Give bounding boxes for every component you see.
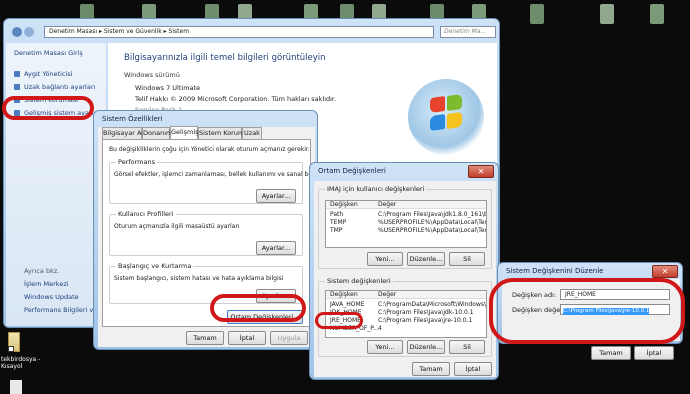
user-edit-button[interactable]: Düzenle... — [407, 252, 445, 266]
highlight-jre-home-row — [315, 312, 363, 329]
row-val: %USERPROFILE%\AppData\Local\Temp — [378, 227, 487, 234]
tab-system-protection[interactable]: Sistem Koruması — [198, 127, 253, 139]
sidebar-home-link[interactable]: Denetim Masası Giriş — [14, 49, 83, 57]
desktop-icon-bottom[interactable] — [10, 380, 22, 394]
breadcrumb-3[interactable]: Sistem — [169, 28, 190, 35]
edit-close-button[interactable]: ✕ — [652, 265, 678, 278]
user-profiles-settings-button[interactable]: Ayarlar... — [256, 241, 296, 255]
performance-settings-button[interactable]: Ayarlar... — [256, 189, 296, 203]
row-val: 4 — [378, 325, 382, 332]
system-vars-title: Sistem değişkenleri — [325, 277, 393, 285]
env-close-button[interactable]: ✕ — [468, 165, 494, 178]
edit-cancel-button[interactable]: İptal — [634, 346, 674, 360]
env-dialog-body: IMAJ için kullanıcı değişkenleri Değişke… — [314, 181, 496, 377]
system-delete-button[interactable]: Sil — [449, 340, 485, 354]
tab-computer-name[interactable]: Bilgisayar Adı — [102, 127, 147, 139]
highlight-env-button — [210, 294, 306, 322]
sidebar: Denetim Masası Giriş Aygıt Yöneticisi Uz… — [6, 43, 117, 326]
windows-logo-blue — [430, 113, 445, 132]
row-val: C:\Program Files\Java\jdk1.8.0_161\bin — [378, 211, 487, 218]
edit-ok-button[interactable]: Tamam — [591, 346, 631, 360]
page-title: Bilgisayarınızla ilgili temel bilgileri … — [124, 53, 326, 63]
row-var: Path — [330, 211, 344, 218]
desktop-icon-10[interactable] — [530, 4, 544, 24]
apply-button[interactable]: Uygula — [270, 331, 308, 345]
system-edit-button[interactable]: Düzenle... — [407, 340, 445, 354]
sidebar-item-remote[interactable]: Uzak bağlantı ayarları — [24, 83, 95, 91]
row-val: C:\ProgramData\Microsoft\Windows\St... — [378, 301, 487, 308]
col-value[interactable]: Değer — [378, 201, 396, 209]
tab-advanced[interactable]: Gelişmiş — [170, 126, 199, 140]
tab-remote[interactable]: Uzak — [242, 127, 262, 139]
see-also-action-center[interactable]: İşlem Merkezi — [24, 280, 69, 288]
row-val: C:\Program Files\Java\jre-10.0.1 — [378, 317, 473, 324]
system-new-button[interactable]: Yeni... — [367, 340, 403, 354]
windows-logo-yellow — [447, 111, 462, 130]
user-vars-title: IMAJ için kullanıcı değişkenleri — [325, 185, 427, 193]
env-cancel-button[interactable]: İptal — [454, 362, 492, 376]
desktop-shortcut[interactable]: tekbirdosya - Kısayol — [0, 330, 46, 370]
desktop-icon-12[interactable] — [650, 4, 664, 24]
table-row[interactable]: JAVA_HOME C:\ProgramData\Microsoft\Window… — [326, 301, 486, 309]
windows-logo — [408, 79, 484, 155]
see-also-title: Ayrıca bkz. — [24, 267, 60, 275]
edition-label: Windows sürümü — [124, 71, 180, 79]
user-delete-button[interactable]: Sil — [449, 252, 485, 266]
user-profiles-desc: Oturum açmanızla ilgili masaüstü ayarlar… — [114, 223, 240, 230]
highlight-edit-dialog — [489, 278, 685, 344]
sidebar-item-device-manager[interactable]: Aygıt Yöneticisi — [24, 70, 73, 78]
search-input[interactable]: Denetim Ma... — [440, 26, 496, 38]
see-also-windows-update[interactable]: Windows Update — [24, 293, 79, 301]
startup-title: Başlangıç ve Kurtarma — [116, 262, 194, 270]
row-var: JAVA_HOME — [330, 301, 365, 308]
address-bar[interactable]: Denetim Masası ▸ Sistem ve Güvenlik ▸ Si… — [44, 26, 434, 38]
windows-logo-red — [430, 95, 445, 114]
performance-title: Performans — [116, 158, 158, 166]
edition-value: Windows 7 Ultimate — [135, 84, 201, 92]
performance-group: Performans Görsel efektler, işlemci zama… — [109, 158, 323, 204]
cancel-button[interactable]: İptal — [228, 331, 266, 345]
ok-button[interactable]: Tamam — [186, 331, 224, 345]
performance-desc: Görsel efektler, işlemci zamanlaması, be… — [114, 171, 323, 178]
env-ok-button[interactable]: Tamam — [412, 362, 450, 376]
breadcrumb-2[interactable]: Sistem ve Güvenlik — [104, 28, 162, 35]
row-val: C:\Program Files\Java\jdk-10.0.1 — [378, 309, 474, 316]
row-var: TMP — [330, 227, 343, 234]
environment-variables-dialog: Ortam Değişkenleri ✕ IMAJ için kullanıcı… — [309, 162, 499, 380]
user-vars-group: IMAJ için kullanıcı değişkenleri Değişke… — [318, 185, 492, 269]
copyright-text: Telif Hakkı © 2009 Microsoft Corporation… — [135, 95, 337, 103]
breadcrumb-1[interactable]: Denetim Masası — [49, 28, 97, 35]
table-row[interactable]: TMP %USERPROFILE%\AppData\Local\Temp — [326, 227, 486, 235]
highlight-advanced-settings — [2, 96, 94, 120]
shortcut-arrow-icon — [8, 346, 14, 352]
user-profiles-title: Kullanıcı Profilleri — [116, 210, 176, 218]
shield-icon — [14, 71, 20, 77]
col-value[interactable]: Değer — [378, 291, 396, 299]
user-vars-list: Değişken Değer Path C:\Program Files\Java… — [325, 200, 487, 248]
shield-icon — [14, 84, 20, 90]
system-vars-header: Değişken Değer — [326, 291, 486, 299]
table-row[interactable]: TEMP %USERPROFILE%\AppData\Local\Temp — [326, 219, 486, 227]
table-row[interactable]: Path C:\Program Files\Java\jdk1.8.0_161\b… — [326, 211, 486, 219]
tab-hardware[interactable]: Donanım — [142, 127, 172, 139]
user-new-button[interactable]: Yeni... — [367, 252, 403, 266]
nav-forward-button[interactable] — [24, 27, 34, 37]
row-val: %USERPROFILE%\AppData\Local\Temp — [378, 219, 487, 226]
desktop-icon-11[interactable] — [600, 4, 614, 24]
admin-note: Bu değişikliklerin çoğu için Yönetici ol… — [109, 146, 310, 153]
user-profiles-group: Kullanıcı Profilleri Oturum açmanızla il… — [109, 210, 303, 256]
row-var: TEMP — [330, 219, 347, 226]
user-vars-header: Değişken Değer — [326, 201, 486, 209]
col-variable[interactable]: Değişken — [330, 201, 358, 209]
desktop-shortcut-label: tekbirdosya - Kısayol — [1, 356, 41, 370]
nav-back-button[interactable] — [12, 27, 22, 37]
startup-desc: Sistem başlangıcı, sistem hatası ve hata… — [114, 275, 284, 282]
col-variable[interactable]: Değişken — [330, 291, 358, 299]
windows-logo-green — [447, 93, 462, 112]
